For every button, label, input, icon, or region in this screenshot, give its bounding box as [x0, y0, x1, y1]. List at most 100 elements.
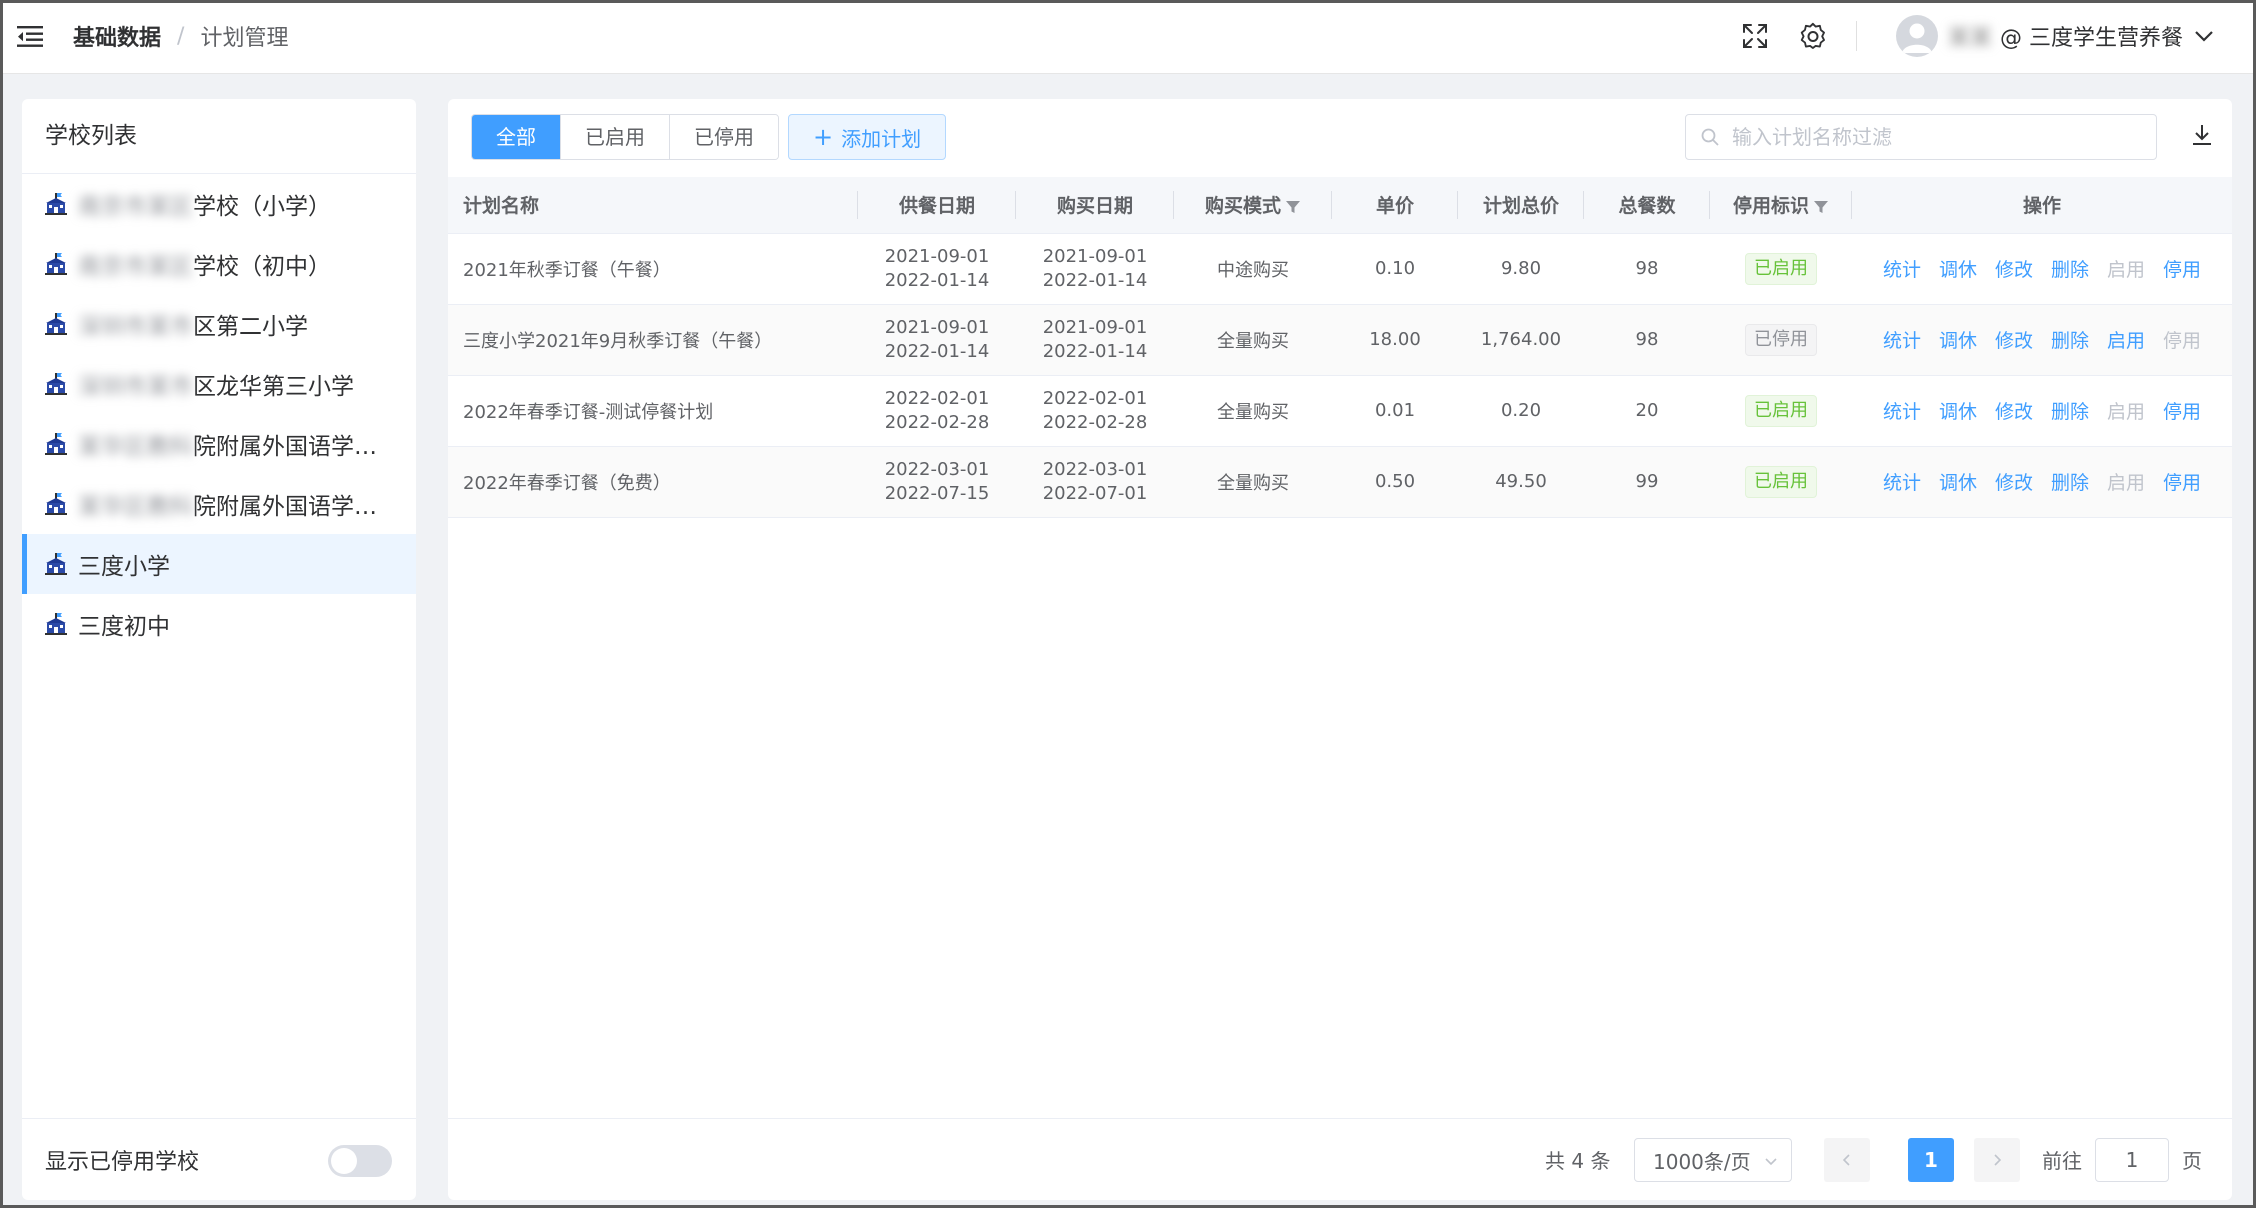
- delete-link[interactable]: 删除: [2051, 468, 2089, 495]
- school-name: 学校（初中）: [193, 254, 331, 280]
- supply-date-cell: 2022-02-01 2022-02-28: [858, 375, 1016, 447]
- buy-date-cell: 2022-03-01 2022-07-01: [1016, 446, 1174, 518]
- settings-gear-icon[interactable]: [1798, 21, 1828, 51]
- reschedule-link[interactable]: 调休: [1939, 468, 1977, 495]
- pagination: 共 4 条 1000条/页 1 前往 页: [448, 1118, 2232, 1200]
- stats-link[interactable]: 统计: [1883, 468, 1921, 495]
- buy-end: 2022-01-14: [1042, 269, 1148, 291]
- plan-name-filter-input[interactable]: [1732, 117, 2152, 157]
- supply-start: 2021-09-01: [884, 245, 990, 267]
- edit-link[interactable]: 修改: [1995, 397, 2033, 424]
- school-sidebar: 学校列表 南京市某区 学校（小学） 南京市某区 学校（初中） 深圳市某市 区第二小学 深圳市…: [22, 99, 416, 1200]
- school-name: 三度初中: [78, 614, 170, 640]
- column-status[interactable]: 停用标识: [1710, 177, 1852, 234]
- supply-start: 2021-09-01: [884, 316, 990, 338]
- show-disabled-schools-toggle[interactable]: [328, 1145, 392, 1177]
- delete-link[interactable]: 删除: [2051, 397, 2089, 424]
- download-icon[interactable]: [2188, 121, 2216, 149]
- school-building-icon: [45, 313, 67, 335]
- page-size-value: 1000条/页: [1653, 1149, 1751, 1174]
- school-building-icon: [45, 193, 67, 215]
- search-icon: [1701, 128, 1719, 146]
- goto-page-input[interactable]: [2095, 1138, 2169, 1182]
- next-page-button[interactable]: [1974, 1138, 2020, 1182]
- page-number-current[interactable]: 1: [1908, 1138, 1954, 1182]
- school-name: 三度小学: [78, 554, 170, 580]
- school-list: 南京市某区 学校（小学） 南京市某区 学校（初中） 深圳市某市 区第二小学 深圳市某市 区龙华…: [22, 174, 416, 654]
- meal-count-cell: 98: [1584, 304, 1710, 376]
- school-item[interactable]: 某华区教科 院附属外国语学校…: [22, 474, 416, 534]
- fullscreen-icon[interactable]: [1740, 21, 1770, 51]
- school-item[interactable]: 南京市某区 学校（初中）: [22, 234, 416, 294]
- status-badge: 已停用: [1745, 323, 1817, 356]
- plan-name-cell: 2022年春季订餐（免费）: [448, 446, 858, 518]
- user-menu[interactable]: 某某 @ 三度学生营养餐: [1896, 11, 2215, 61]
- edit-link[interactable]: 修改: [1995, 326, 2033, 353]
- disable-link[interactable]: 停用: [2163, 397, 2201, 424]
- chevron-down-icon: [1765, 1158, 1777, 1166]
- breadcrumb-item-basic-data[interactable]: 基础数据: [73, 20, 161, 52]
- school-item[interactable]: 深圳市某市 区龙华第三小学: [22, 354, 416, 414]
- table-row: 三度小学2021年9月秋季订餐（午餐） 2021-09-01 2022-01-14 2…: [448, 304, 2232, 376]
- unit-price-cell: 0.50: [1332, 446, 1458, 518]
- stats-link[interactable]: 统计: [1883, 326, 1921, 353]
- sidebar-title: 学校列表: [22, 99, 416, 174]
- actions-cell: 统计 调休 修改 删除 启用 停用: [1852, 375, 2232, 447]
- show-disabled-schools-row: 显示已停用学校: [22, 1118, 416, 1200]
- show-disabled-schools-label: 显示已停用学校: [45, 1149, 200, 1175]
- filter-icon[interactable]: [1285, 199, 1301, 215]
- actions-cell: 统计 调休 修改 删除 启用 停用: [1852, 304, 2232, 376]
- tab-enabled[interactable]: 已启用: [561, 115, 670, 159]
- reschedule-link[interactable]: 调休: [1939, 397, 1977, 424]
- school-item[interactable]: 南京市某区 学校（小学）: [22, 174, 416, 234]
- school-building-icon: [45, 373, 67, 395]
- school-building-icon: [45, 253, 67, 275]
- table-row: 2022年春季订餐-测试停餐计划 2022-02-01 2022-02-28 2022…: [448, 375, 2232, 447]
- row-actions: 统计 调休 修改 删除 启用 停用: [1852, 397, 2232, 424]
- status-badge: 已启用: [1745, 252, 1817, 285]
- school-item[interactable]: 深圳市某市 区第二小学: [22, 294, 416, 354]
- school-name-redacted: 南京市某区: [78, 254, 193, 280]
- tab-all[interactable]: 全部: [472, 115, 561, 159]
- buy-mode-cell: 全量购买: [1174, 375, 1332, 447]
- reschedule-link[interactable]: 调休: [1939, 255, 1977, 282]
- plan-table: 计划名称 供餐日期 购买日期 购买模式 单价 计划总价 总餐数 停用标识 操作 …: [448, 177, 2232, 518]
- school-name: 院附属外国语学校…: [193, 434, 393, 460]
- status-cell: 已停用: [1710, 304, 1852, 376]
- school-name: 区龙华第三小学: [193, 374, 354, 400]
- column-actions: 操作: [1852, 177, 2232, 234]
- status-badge: 已启用: [1745, 465, 1817, 498]
- stats-link[interactable]: 统计: [1883, 397, 1921, 424]
- column-buy-mode[interactable]: 购买模式: [1174, 177, 1332, 234]
- disable-link[interactable]: 停用: [2163, 468, 2201, 495]
- edit-link[interactable]: 修改: [1995, 468, 2033, 495]
- add-plan-label: 添加计划: [841, 126, 922, 151]
- menu-fold-icon[interactable]: [15, 23, 47, 49]
- school-name-redacted: 深圳市某市: [78, 374, 193, 400]
- buy-mode-cell: 全量购买: [1174, 446, 1332, 518]
- stats-link[interactable]: 统计: [1883, 255, 1921, 282]
- unit-price-cell: 0.01: [1332, 375, 1458, 447]
- buy-start: 2021-09-01: [1042, 245, 1148, 267]
- school-item[interactable]: 三度小学: [22, 534, 416, 594]
- total-price-cell: 49.50: [1458, 446, 1584, 518]
- enable-link: 启用: [2107, 472, 2146, 494]
- search-box[interactable]: [1685, 114, 2157, 160]
- disable-link[interactable]: 停用: [2163, 255, 2201, 282]
- reschedule-link[interactable]: 调休: [1939, 326, 1977, 353]
- delete-link[interactable]: 删除: [2051, 326, 2089, 353]
- prev-page-button[interactable]: [1824, 1138, 1870, 1182]
- edit-link[interactable]: 修改: [1995, 255, 2033, 282]
- enable-link[interactable]: 启用: [2107, 326, 2145, 353]
- delete-link[interactable]: 删除: [2051, 255, 2089, 282]
- supply-end: 2022-01-14: [884, 340, 990, 362]
- school-item[interactable]: 某华区教科 院附属外国语学校…: [22, 414, 416, 474]
- status-cell: 已启用: [1710, 375, 1852, 447]
- page-size-select[interactable]: 1000条/页: [1634, 1138, 1792, 1182]
- tab-disabled[interactable]: 已停用: [670, 115, 778, 159]
- plan-table-body: 2021年秋季订餐（午餐） 2021-09-01 2022-01-14 2021-09…: [448, 233, 2232, 518]
- meal-count-cell: 20: [1584, 375, 1710, 447]
- filter-icon[interactable]: [1813, 199, 1829, 215]
- school-item[interactable]: 三度初中: [22, 594, 416, 654]
- add-plan-button[interactable]: + 添加计划: [788, 114, 947, 160]
